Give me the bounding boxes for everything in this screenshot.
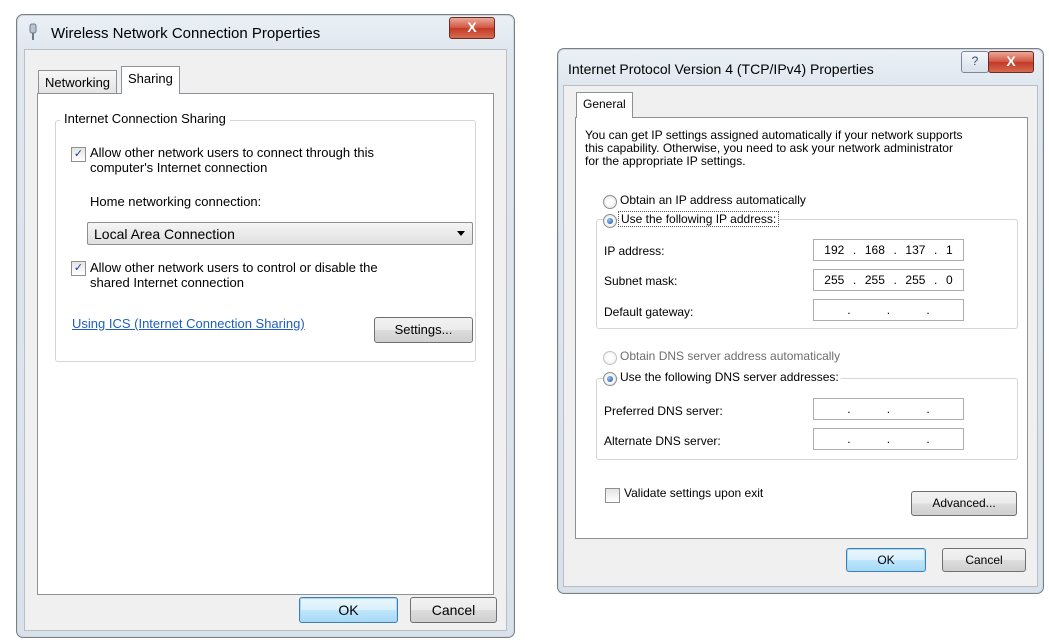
ics-help-link[interactable]: Using ICS (Internet Connection Sharing) [72, 316, 305, 331]
left-ok-button[interactable]: OK [299, 597, 398, 623]
obtain-dns-auto-radio[interactable] [603, 351, 617, 365]
wireless-properties-window: Wireless Network Connection Properties X… [16, 14, 515, 638]
description-line2: this capability. Otherwise, you need to … [585, 141, 953, 155]
right-ok-button[interactable]: OK [846, 548, 926, 572]
subnet-mask-field[interactable]: 255. 255. 255. 0 [813, 269, 964, 291]
right-close-button[interactable]: X [988, 51, 1034, 73]
validate-checkbox[interactable] [605, 488, 620, 503]
obtain-ip-auto-radio[interactable] [603, 195, 617, 209]
ip-address-field[interactable]: 192. 168. 137. 1 [813, 239, 964, 261]
allow-control-label-line1: Allow other network users to control or … [90, 260, 378, 275]
alternate-dns-field[interactable]: . . . [813, 428, 964, 450]
sharing-tab-panel: Internet Connection Sharing ✓ Allow othe… [37, 93, 494, 595]
tab-networking[interactable]: Networking [38, 70, 118, 94]
right-dialog-title: Internet Protocol Version 4 (TCP/IPv4) P… [568, 61, 874, 77]
left-dialog-title: Wireless Network Connection Properties [51, 25, 321, 42]
right-client-area: General You can get IP settings assigned… [563, 85, 1038, 587]
validate-label: Validate settings upon exit [624, 486, 764, 500]
home-networking-value: Local Area Connection [94, 226, 235, 242]
use-following-ip-radio[interactable] [603, 214, 617, 228]
default-gateway-field[interactable]: . . . [813, 299, 964, 321]
home-networking-label: Home networking connection: [90, 194, 262, 209]
left-cancel-button[interactable]: Cancel [410, 597, 497, 623]
advanced-button[interactable]: Advanced... [911, 491, 1017, 516]
obtain-ip-auto-label: Obtain an IP address automatically [620, 193, 806, 207]
tab-sharing[interactable]: Sharing [121, 66, 180, 94]
obtain-dns-auto-label: Obtain DNS server address automatically [620, 349, 841, 363]
tab-general[interactable]: General [576, 92, 633, 118]
allow-connect-label-line2: computer's Internet connection [90, 160, 268, 175]
network-adapter-icon [28, 23, 38, 41]
general-tab-panel: You can get IP settings assigned automat… [575, 117, 1028, 539]
right-title-bar[interactable]: Internet Protocol Version 4 (TCP/IPv4) P… [558, 49, 1043, 83]
use-following-ip-label: Use the following IP address: [618, 211, 780, 227]
default-gateway-label: Default gateway: [604, 305, 694, 319]
allow-connect-label-line1: Allow other network users to connect thr… [90, 145, 374, 160]
settings-button[interactable]: Settings... [374, 317, 473, 343]
preferred-dns-label: Preferred DNS server: [604, 404, 723, 418]
allow-control-label-line2: shared Internet connection [90, 275, 244, 290]
preferred-dns-field[interactable]: . . . [813, 398, 964, 420]
left-client-area: Networking Sharing Internet Connection S… [24, 49, 507, 631]
allow-connect-checkbox[interactable]: ✓ [71, 147, 86, 162]
subnet-mask-label: Subnet mask: [604, 274, 678, 288]
ipv4-properties-window: Internet Protocol Version 4 (TCP/IPv4) P… [557, 48, 1044, 594]
left-close-button[interactable]: X [449, 17, 495, 39]
help-button[interactable]: ? [961, 51, 989, 73]
left-title-bar[interactable]: Wireless Network Connection Properties X [17, 15, 514, 49]
description-line1: You can get IP settings assigned automat… [585, 128, 963, 142]
alternate-dns-label: Alternate DNS server: [604, 434, 721, 448]
use-following-dns-label: Use the following DNS server addresses: [618, 370, 841, 384]
description-line3: for the appropriate IP settings. [585, 154, 746, 168]
use-following-dns-radio[interactable] [603, 372, 617, 386]
ip-address-label: IP address: [604, 244, 665, 258]
ics-group-title: Internet Connection Sharing [60, 111, 230, 126]
chevron-down-icon [457, 231, 465, 236]
right-cancel-button[interactable]: Cancel [942, 548, 1026, 572]
home-networking-dropdown[interactable]: Local Area Connection [87, 222, 473, 245]
allow-control-checkbox[interactable]: ✓ [71, 261, 86, 276]
